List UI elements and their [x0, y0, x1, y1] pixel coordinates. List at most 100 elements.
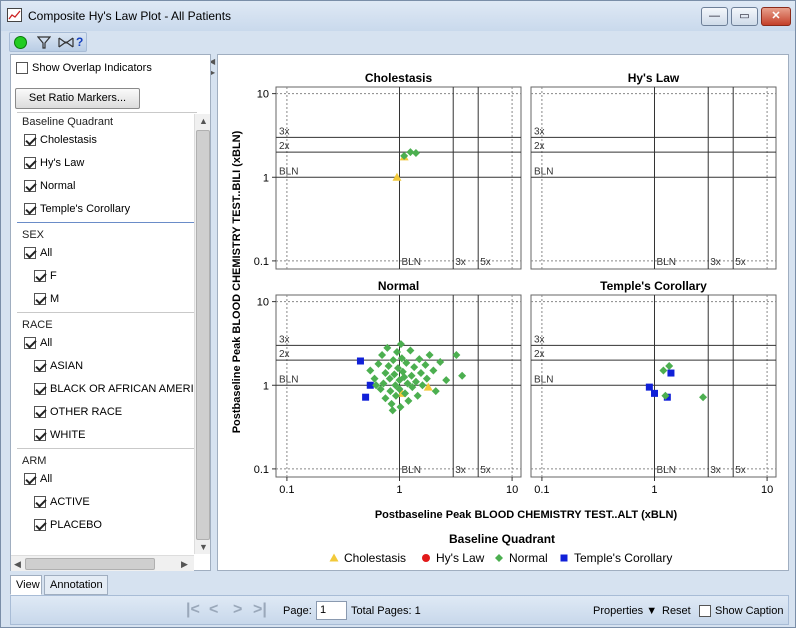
minimize-button[interactable]: —: [701, 7, 728, 26]
close-button[interactable]: ✕: [761, 7, 791, 26]
filter-checkbox[interactable]: [34, 360, 46, 373]
status-indicator-icon: [14, 36, 27, 49]
filter-checkbox[interactable]: [24, 157, 36, 170]
scroll-down-icon[interactable]: ▼: [199, 542, 208, 552]
x-tick-label: 1: [396, 484, 402, 496]
filter-label: M: [50, 293, 60, 306]
filter-item-race-other-race[interactable]: OTHER RACE: [34, 404, 122, 420]
filter-checkbox[interactable]: [34, 270, 46, 283]
ref-label-y: 2x: [279, 141, 290, 152]
ref-label-y: BLN: [279, 374, 298, 385]
ref-label-x: 3x: [710, 257, 721, 268]
panel-title-temple-s-corollary: Temple's Corollary: [600, 279, 707, 293]
ref-label-x: 5x: [480, 257, 491, 268]
ref-label-y: 2x: [534, 141, 545, 152]
panel-title-cholestasis: Cholestasis: [365, 71, 433, 85]
filter-checkbox[interactable]: [24, 473, 36, 486]
ref-label-x: 3x: [710, 465, 721, 476]
properties-button[interactable]: Properties ▼: [593, 605, 657, 617]
filter-item-sex-m[interactable]: M: [34, 291, 59, 307]
y-tick-label: 0.1: [254, 464, 269, 476]
filter-panel: Show Overlap Indicators Set Ratio Marker…: [10, 54, 211, 571]
filter-checkbox[interactable]: [24, 180, 36, 193]
divider: [17, 222, 197, 223]
panel-frame: [530, 294, 777, 478]
filter-label: F: [50, 270, 57, 283]
filter-checkbox[interactable]: [34, 383, 46, 396]
page-input[interactable]: 1: [316, 601, 347, 620]
x-tick-label: 10: [506, 484, 518, 496]
help-icon[interactable]: ?: [76, 35, 83, 50]
group-header-baseline-quadrant: Baseline Quadrant: [22, 116, 114, 128]
filter-label: Temple's Corollary: [40, 203, 131, 216]
filter-label: Cholestasis: [40, 134, 97, 147]
filter-item-baseline-quadrant-cholestasis[interactable]: Cholestasis: [24, 132, 97, 148]
show-caption-label: Show Caption: [715, 605, 784, 618]
filter-checkbox[interactable]: [24, 247, 36, 260]
legend-marker-cholestasis: [329, 553, 339, 562]
divider: [17, 112, 197, 113]
filter-checkbox[interactable]: [34, 496, 46, 509]
tab-view[interactable]: View: [10, 575, 42, 595]
filter-checkbox[interactable]: [24, 134, 36, 147]
filter-checkbox[interactable]: [34, 429, 46, 442]
hys-law-chart[interactable]: Cholestasis BLN 2x 3x BLN 3x 5x 10 1 0.1 Hy's Law B…: [218, 55, 788, 570]
filter-checkbox[interactable]: [24, 337, 36, 350]
first-page-icon[interactable]: |<: [186, 601, 200, 619]
ref-label-y: BLN: [279, 166, 298, 177]
filter-item-race-all[interactable]: All: [24, 335, 52, 351]
chart-app-icon: [7, 8, 22, 22]
set-ratio-markers-button[interactable]: Set Ratio Markers...: [15, 88, 140, 109]
filter-item-sex-all[interactable]: All: [24, 245, 52, 261]
show-caption-checkbox[interactable]: [699, 605, 711, 618]
legend-marker-normal: [495, 554, 503, 562]
prev-page-icon[interactable]: <: [209, 601, 218, 619]
next-page-icon[interactable]: >: [233, 601, 242, 619]
filter-item-race-asian[interactable]: ASIAN: [34, 358, 83, 374]
horizontal-scrollbar[interactable]: ◀ ▶: [11, 555, 194, 571]
filter-checkbox[interactable]: [34, 406, 46, 419]
ref-label-x: BLN: [401, 257, 420, 268]
maximize-button[interactable]: ▭: [731, 7, 758, 26]
filter-label: WHITE: [50, 429, 86, 442]
overlap-toggle[interactable]: Show Overlap Indicators: [16, 60, 152, 76]
x-tick-label: 0.1: [534, 484, 549, 496]
ref-label-y: BLN: [534, 374, 553, 385]
filter-item-baseline-quadrant-temple-s-corollary[interactable]: Temple's Corollary: [24, 201, 130, 217]
filter-icon[interactable]: [36, 35, 52, 50]
x-tick-label: 0.1: [279, 484, 294, 496]
filter-item-arm-active[interactable]: ACTIVE: [34, 494, 90, 510]
scroll-right-icon[interactable]: ▶: [181, 559, 188, 570]
filter-item-race-white[interactable]: WHITE: [34, 427, 85, 443]
panel-title-hy-s-law: Hy's Law: [628, 71, 680, 85]
x-tick-label: 10: [761, 484, 773, 496]
filter-item-arm-all[interactable]: All: [24, 471, 52, 487]
scroll-up-icon[interactable]: ▲: [199, 116, 208, 126]
legend-entry: Temple's Corollary: [574, 551, 672, 565]
legend-entry: Normal: [509, 551, 548, 565]
show-caption-toggle[interactable]: Show Caption: [699, 603, 784, 619]
tab-annotation[interactable]: Annotation: [44, 575, 108, 595]
filter-item-baseline-quadrant-hy-s-law[interactable]: Hy's Law: [24, 155, 84, 171]
group-header-arm: ARM: [22, 455, 47, 467]
vertical-scroll-thumb[interactable]: [196, 130, 210, 540]
data-point: [362, 393, 370, 401]
ref-label-x: 3x: [455, 257, 466, 268]
filter-checkbox[interactable]: [34, 519, 46, 532]
overlap-checkbox[interactable]: [16, 62, 28, 75]
link-icon[interactable]: [58, 35, 74, 50]
overlap-label: Show Overlap Indicators: [32, 62, 152, 75]
filter-item-sex-f[interactable]: F: [34, 268, 57, 284]
title-bar: Composite Hy's Law Plot - All Patients —…: [1, 1, 795, 31]
filter-item-race-black-or-african-america[interactable]: BLACK OR AFRICAN AMERICA: [34, 381, 209, 397]
horizontal-scroll-thumb[interactable]: [25, 558, 155, 570]
filter-item-baseline-quadrant-normal[interactable]: Normal: [24, 178, 75, 194]
filter-checkbox[interactable]: [24, 203, 36, 216]
last-page-icon[interactable]: >|: [253, 601, 267, 619]
filter-checkbox[interactable]: [34, 293, 46, 306]
filter-item-arm-placebo[interactable]: PLACEBO: [34, 517, 102, 533]
scroll-left-icon[interactable]: ◀: [14, 559, 21, 570]
vertical-scrollbar[interactable]: ▲ ▼: [194, 114, 210, 554]
reset-button[interactable]: Reset: [662, 605, 691, 617]
filter-label: BLACK OR AFRICAN AMERICA: [50, 383, 209, 396]
